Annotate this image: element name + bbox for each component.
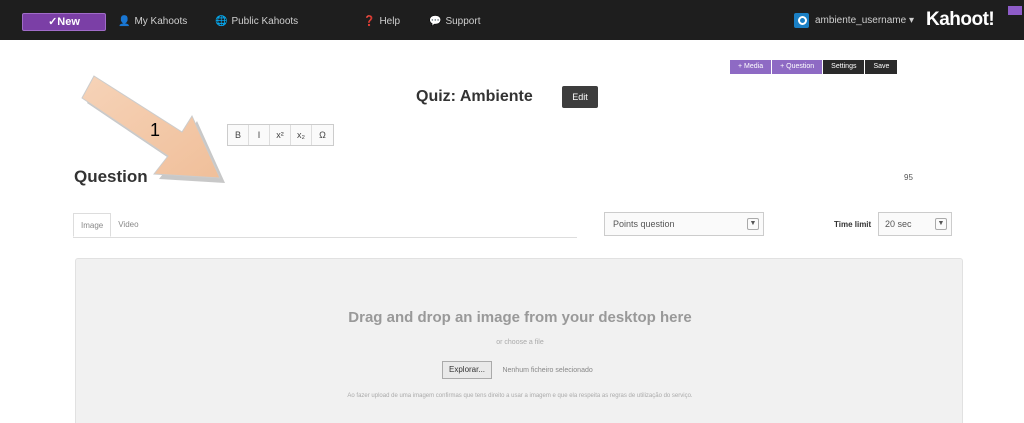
chevron-down-icon: ▼ <box>935 218 947 230</box>
tab-video[interactable]: Video <box>111 213 145 237</box>
editor-actions: + Media + Question Settings Save <box>730 60 898 74</box>
new-button[interactable]: ✓New <box>22 13 106 31</box>
annotation-number: 1 <box>150 120 161 140</box>
time-limit-select[interactable]: 20 sec ▼ <box>878 212 952 236</box>
time-limit-value: 20 sec <box>885 219 912 229</box>
browse-button[interactable]: Explorar... <box>442 361 493 379</box>
nav-my-kahoots[interactable]: 👤 My Kahoots <box>118 15 187 29</box>
user-icon: 👤 <box>118 16 131 27</box>
tab-image[interactable]: Image <box>73 213 112 237</box>
time-limit-label: Time limit <box>834 220 872 229</box>
speech-icon: 💬 <box>429 16 442 27</box>
add-media-button[interactable]: + Media <box>730 60 772 74</box>
nav-support[interactable]: 💬 Support <box>429 15 480 29</box>
tabs-divider <box>73 237 577 238</box>
nav-public-kahoots[interactable]: 🌐 Public Kahoots <box>215 15 298 29</box>
points-select[interactable]: Points question ▼ <box>604 212 764 236</box>
image-dropzone[interactable]: Drag and drop an image from your desktop… <box>75 258 963 423</box>
character-count: 95 <box>904 173 913 182</box>
nav-support-label: Support <box>445 16 481 27</box>
username-label: ambiente_username ▾ <box>815 15 914 26</box>
format-toolbar: B I x² x₂ Ω <box>227 124 334 146</box>
nav-help-label: Help <box>379 16 401 27</box>
dropzone-title: Drag and drop an image from your desktop… <box>348 309 692 326</box>
add-question-button[interactable]: + Question <box>772 60 823 74</box>
logo-badge <box>1008 6 1022 15</box>
superscript-button[interactable]: x² <box>270 125 291 145</box>
media-tabs: Image Video <box>73 213 146 237</box>
help-icon: ❓ <box>363 16 376 27</box>
edit-title-button[interactable]: Edit <box>562 86 598 108</box>
dropzone-note: Ao fazer upload de uma imagem confirmas … <box>347 393 693 399</box>
special-char-button[interactable]: Ω <box>312 125 333 145</box>
kahoot-logo[interactable]: Kahoot! <box>926 9 995 31</box>
file-input-row: Explorar... Nenhum ficheiro selecionado <box>442 361 593 379</box>
points-select-value: Points question <box>613 219 675 229</box>
subscript-button[interactable]: x₂ <box>291 125 312 145</box>
nav-help[interactable]: ❓ Help <box>363 15 400 29</box>
save-button[interactable]: Save <box>865 60 898 74</box>
italic-button[interactable]: I <box>249 125 270 145</box>
user-menu[interactable]: ambiente_username ▾ <box>794 12 914 30</box>
file-status: Nenhum ficheiro selecionado <box>502 366 593 374</box>
kahoot-quiz-editor: ✓New 👤 My Kahoots 🌐 Public Kahoots ❓ Help 💬… <box>0 0 1024 423</box>
top-nav-bar: ✓New 👤 My Kahoots 🌐 Public Kahoots ❓ Help 💬… <box>0 0 1024 40</box>
settings-button[interactable]: Settings <box>823 60 865 74</box>
avatar-icon <box>794 12 809 28</box>
chevron-down-icon: ▼ <box>747 218 759 230</box>
globe-icon: 🌐 <box>215 16 228 27</box>
nav-public-kahoots-label: Public Kahoots <box>231 16 299 27</box>
question-heading: Question <box>74 167 148 186</box>
dropzone-or-text: or choose a file <box>496 339 544 346</box>
quiz-title: Quiz: Ambiente <box>416 88 533 105</box>
nav-my-kahoots-label: My Kahoots <box>134 16 188 27</box>
